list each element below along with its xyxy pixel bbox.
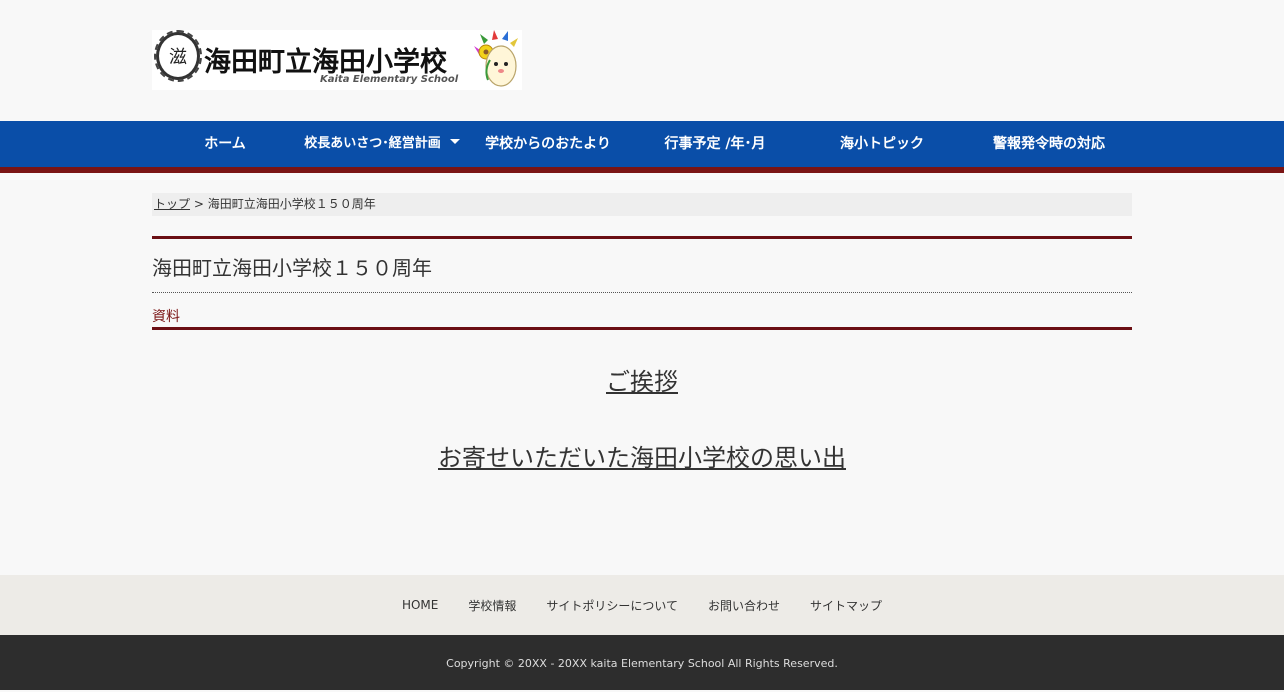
breadcrumb: トップ > 海田町立海田小学校１５０周年 bbox=[152, 193, 1132, 216]
nav-item-topics[interactable]: 海小トピック bbox=[822, 121, 942, 167]
nav-item-principal-greeting[interactable]: 校長あいさつ･経営計画 bbox=[298, 121, 466, 167]
memories-link[interactable]: お寄せいただいた海田小学校の思い出 bbox=[152, 438, 1132, 473]
footer-link-site-policy[interactable]: サイトポリシーについて bbox=[546, 597, 678, 614]
site-header: 滋 海田町立海田小学校 Kaita Elementary School bbox=[0, 0, 1284, 121]
title-rule-dotted bbox=[152, 292, 1132, 293]
nav-item-event-schedule[interactable]: 行事予定 /年･月 bbox=[650, 121, 780, 167]
nav-item-newsletters[interactable]: 学校からのおたより bbox=[478, 121, 618, 167]
section-label: 資料 bbox=[152, 309, 180, 325]
footer-link-home[interactable]: HOME bbox=[402, 598, 438, 612]
footer-link-sitemap[interactable]: サイトマップ bbox=[810, 597, 882, 614]
caret-down-icon bbox=[449, 139, 460, 144]
footer-link-contact[interactable]: お問い合わせ bbox=[708, 597, 780, 614]
nav-item-warning-response[interactable]: 警報発令時の対応 bbox=[980, 121, 1118, 167]
footer-link-school-info[interactable]: 学校情報 bbox=[468, 597, 516, 614]
nav-divider bbox=[0, 167, 1284, 173]
breadcrumb-separator: > bbox=[193, 197, 204, 211]
page-title: 海田町立海田小学校１５０周年 bbox=[152, 256, 432, 280]
footer-nav: HOME 学校情報 サイトポリシーについて お問い合わせ サイトマップ bbox=[0, 575, 1284, 635]
copyright: Copyright © 20XX - 20XX kaita Elementary… bbox=[0, 635, 1284, 690]
greeting-link[interactable]: ご挨拶 bbox=[152, 362, 1132, 397]
school-seal-icon: 滋 bbox=[154, 30, 202, 82]
main-nav: ホーム 校長あいさつ･経営計画 学校からのおたより 行事予定 /年･月 海小トピ… bbox=[0, 121, 1284, 167]
school-logo[interactable]: 滋 海田町立海田小学校 Kaita Elementary School bbox=[152, 30, 522, 90]
section-rule bbox=[152, 327, 1132, 330]
title-rule-top bbox=[152, 236, 1132, 239]
breadcrumb-home-link[interactable]: トップ bbox=[154, 197, 190, 211]
breadcrumb-current: 海田町立海田小学校１５０周年 bbox=[207, 197, 376, 211]
mascot-icon bbox=[474, 30, 518, 87]
logo-subtitle: Kaita Elementary School bbox=[320, 74, 459, 85]
nav-item-home[interactable]: ホーム bbox=[190, 121, 260, 167]
